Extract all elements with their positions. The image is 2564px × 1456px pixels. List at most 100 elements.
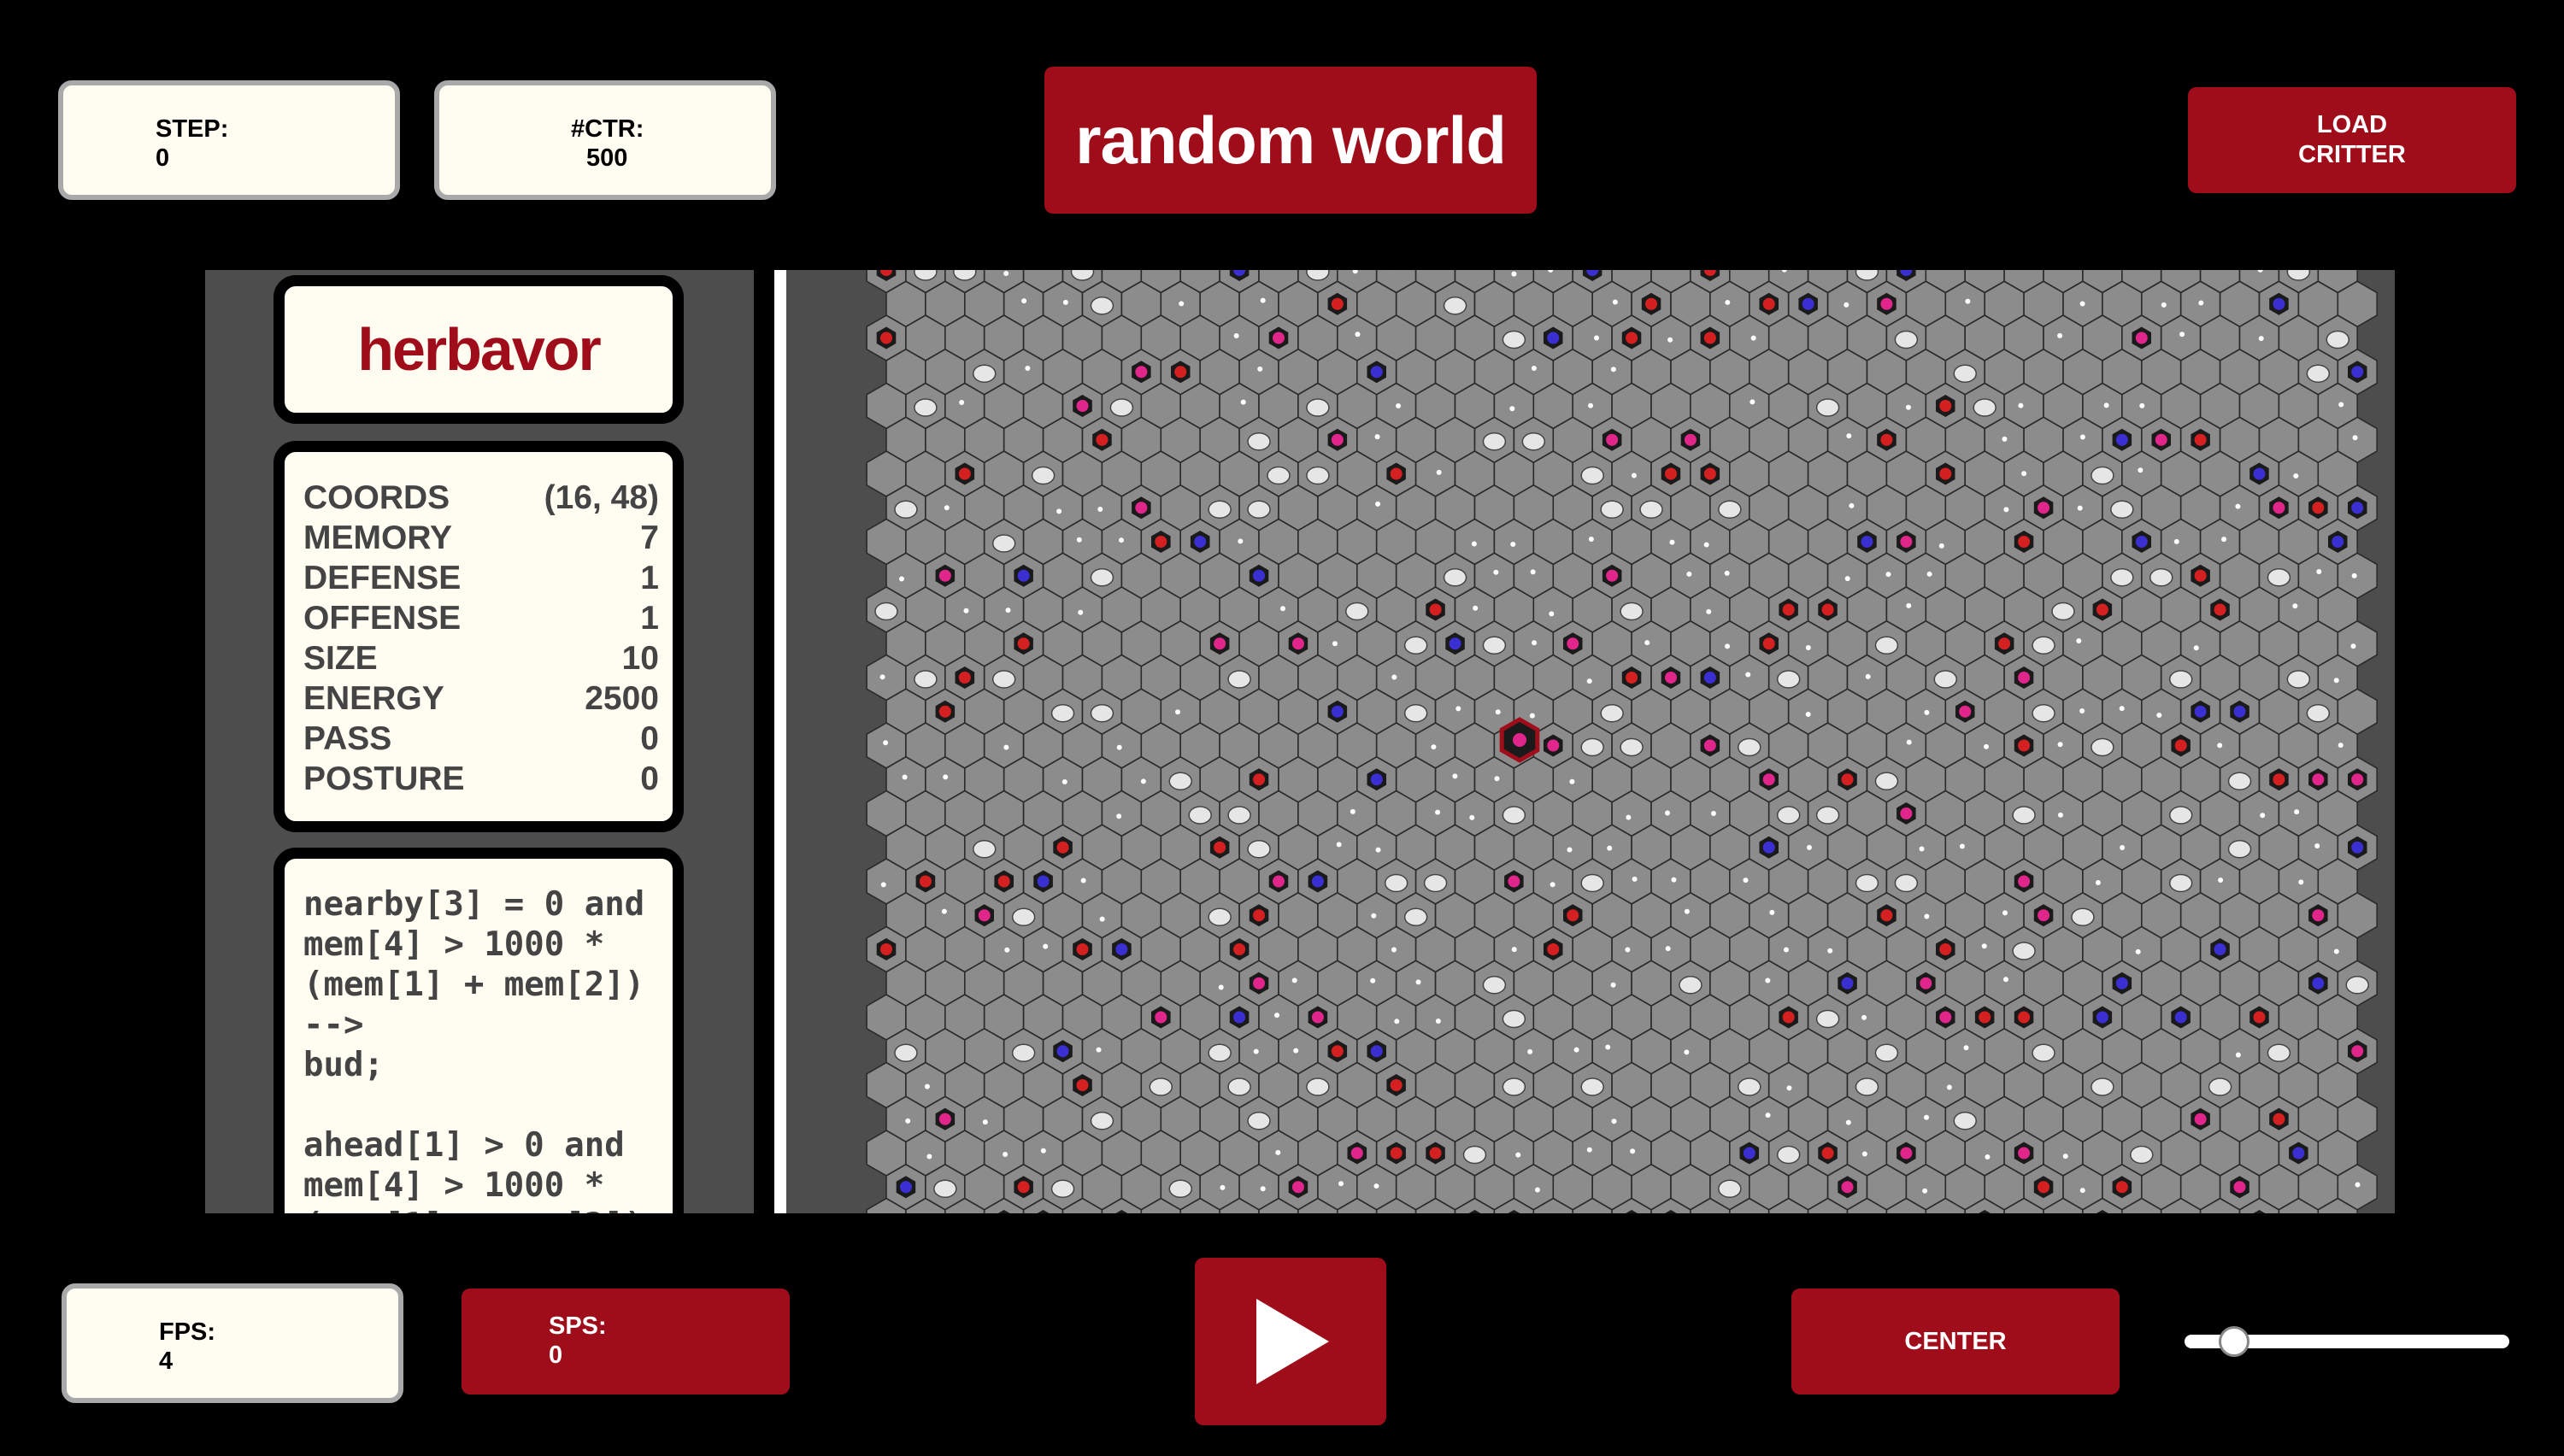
critter-marker [1370,773,1383,786]
food-item [1550,882,1555,888]
food-item [1531,365,1537,371]
fps-value: 4 [159,1347,173,1375]
critter-marker [1429,1147,1442,1160]
critter-marker [1311,875,1324,888]
food-item [1436,469,1442,475]
rock-tile [914,398,938,417]
food-item [1684,1049,1690,1055]
rock-tile [1815,398,1840,417]
speed-slider[interactable] [2185,1326,2509,1357]
program-text: nearby[3] = 0 and mem[4] > 1000 * (mem[1… [303,885,645,1213]
food-item [1293,1048,1299,1054]
rock-tile [1600,500,1624,519]
world-viewport[interactable] [754,270,2395,1213]
food-item [2002,910,2008,916]
rock-tile [1620,737,1644,757]
food-item [2120,845,2126,851]
speed-slider-thumb[interactable] [2219,1326,2249,1357]
program-card[interactable]: nearby[3] = 0 and mem[4] > 1000 * (mem[1… [273,848,684,1213]
critter-marker [1841,773,1854,786]
food-item [1805,711,1811,717]
stat-value: 1 [640,560,659,596]
rock-tile [2091,1077,2114,1096]
food-item [2079,301,2085,307]
food-item [1630,1148,1636,1154]
stat-row-posture: POSTURE 0 [303,759,659,799]
critter-marker [1508,875,1520,888]
critter-marker [1194,536,1207,548]
critter-marker [1135,502,1148,514]
rock-tile [1894,330,1919,349]
rock-tile [2071,907,2095,926]
critter-marker [2253,1011,2266,1024]
rock-tile [1090,1112,1114,1130]
center-button[interactable]: CENTER [1791,1289,2120,1394]
food-item [2293,473,2299,478]
rock-tile [2032,636,2055,655]
food-item [924,1083,930,1089]
stat-value: 2500 [585,680,659,717]
critter-marker [1880,909,1893,922]
rock-tile [2012,942,2036,960]
food-item [2079,1188,2085,1194]
rock-tile [1580,466,1604,485]
food-item [1725,643,1731,649]
load-critter-line1: LOAD [2316,111,2388,138]
food-item [1586,678,1592,684]
food-item [1610,367,1616,373]
critter-marker [2214,603,2226,616]
food-item [1291,978,1297,983]
rock-tile [1874,1043,1899,1062]
food-item [1605,1044,1611,1050]
critter-marker [2312,909,2325,922]
rock-tile [874,602,898,621]
critter-marker [2115,433,2128,446]
critter-marker [1664,672,1677,684]
food-item [1415,979,1421,985]
rock-tile [2110,568,2134,587]
food-item [1611,1118,1617,1124]
food-item [1179,301,1185,307]
food-item [1906,602,1912,608]
load-critter-line2: CRITTER [2298,141,2406,168]
food-item [1530,569,1536,575]
rock-tile [914,670,938,689]
food-item [1220,1184,1226,1190]
rock-tile [894,1043,918,1062]
critter-marker [2194,705,2207,718]
rock-tile [972,840,997,859]
food-item [2292,603,2298,609]
stat-label: MEMORY [303,520,453,556]
critter-marker [1762,841,1775,854]
sps-control[interactable]: SPS: 0 [462,1289,790,1394]
food-item [2057,332,2063,338]
hex-grid[interactable] [754,270,2395,1213]
play-button[interactable] [1195,1258,1386,1425]
critter-marker [2273,773,2285,786]
critter-marker [2351,1045,2364,1058]
rock-tile [1247,1112,1271,1130]
rock-tile [2110,500,2134,519]
food-item [1845,1119,1851,1125]
food-item [1665,946,1671,952]
critter-marker [1056,1045,1069,1058]
food-item [2258,336,2264,342]
critter-marker [919,875,932,888]
critter-marker [1272,332,1285,344]
food-item [1056,508,1062,514]
stat-row-energy: ENERGY 2500 [303,678,659,719]
critter-marker [1076,1079,1089,1091]
rock-tile [2051,602,2075,621]
rock-tile [1188,806,1212,825]
food-item [1233,333,1239,339]
food-item [1626,814,1632,820]
critter-marker [1900,536,1913,548]
food-item [1625,947,1631,953]
load-critter-button[interactable]: LOAD CRITTER [2188,87,2516,193]
critter-marker [1606,433,1619,446]
food-item [2057,742,2063,748]
food-item [2221,537,2227,543]
critter-marker [899,1181,912,1194]
food-item [1043,943,1049,949]
critter-marker [1743,1147,1755,1160]
